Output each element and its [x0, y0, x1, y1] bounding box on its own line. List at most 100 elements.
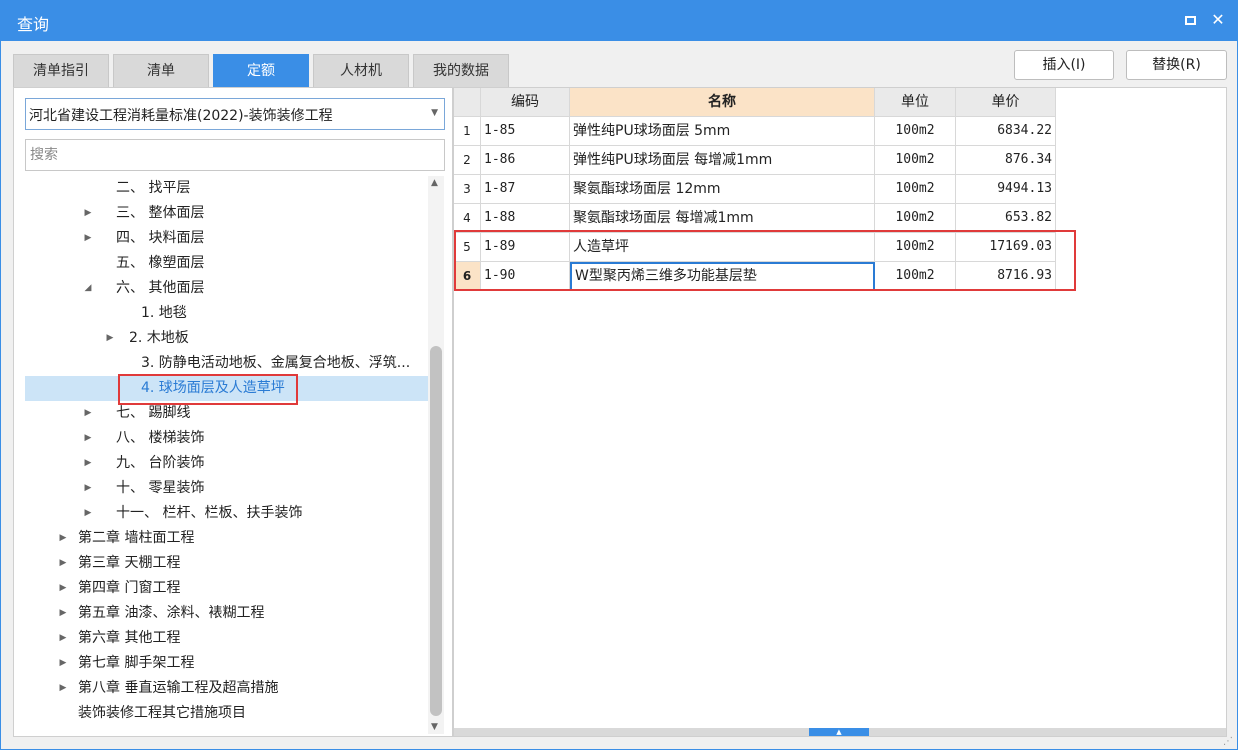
- tab-bill[interactable]: 清单: [113, 54, 209, 87]
- resize-grip-icon[interactable]: ⋰: [1223, 736, 1233, 747]
- tree-item[interactable]: ▶ 第四章 门窗工程: [25, 576, 428, 601]
- tree-item[interactable]: 4. 球场面层及人造草坪: [25, 376, 428, 401]
- tab-bill-guide[interactable]: 清单指引: [13, 54, 109, 87]
- standard-select[interactable]: 河北省建设工程消耗量标准(2022)-装饰装修工程 ▼: [25, 98, 445, 130]
- insert-button[interactable]: 插入(I): [1014, 50, 1114, 80]
- cell-unit[interactable]: 100m2: [875, 175, 956, 204]
- cell-code[interactable]: 1-89: [481, 233, 570, 262]
- cell-name[interactable]: 人造草坪: [570, 233, 875, 262]
- table-hscrollbar[interactable]: ▲: [454, 728, 1226, 736]
- row-number[interactable]: 5: [454, 233, 481, 262]
- tree-item[interactable]: 3. 防静电活动地板、金属复合地板、浮筑...: [25, 351, 428, 376]
- tree-item-label: 1. 地毯: [141, 305, 187, 321]
- collapsed-arrow-icon[interactable]: ▶: [82, 226, 94, 251]
- search-input[interactable]: [26, 140, 444, 170]
- tab-my-data[interactable]: 我的数据: [413, 54, 509, 87]
- tree-item[interactable]: ▶ 八、 楼梯装饰: [25, 426, 428, 451]
- replace-button[interactable]: 替换(R): [1126, 50, 1227, 80]
- tree-item[interactable]: ▶ 第三章 天棚工程: [25, 551, 428, 576]
- chevron-down-icon: ▼: [431, 108, 438, 118]
- cell-name[interactable]: 弹性纯PU球场面层 5mm: [570, 117, 875, 146]
- tree-item[interactable]: ▶ 十、 零星装饰: [25, 476, 428, 501]
- scroll-down-icon[interactable]: ▼: [431, 722, 438, 732]
- tree-item-label: 第五章 油漆、涂料、裱糊工程: [78, 605, 265, 621]
- tree-item[interactable]: ▶ 第七章 脚手架工程: [25, 651, 428, 676]
- cell-price[interactable]: 8716.93: [956, 262, 1056, 291]
- tree-item[interactable]: ▶ 三、 整体面层: [25, 201, 428, 226]
- tree-item-label: 2. 木地板: [129, 330, 189, 346]
- header-rownum[interactable]: [454, 88, 481, 117]
- cell-price[interactable]: 17169.03: [956, 233, 1056, 262]
- tree-scrollbar[interactable]: ▲ ▼: [428, 176, 444, 734]
- cell-name[interactable]: W型聚丙烯三维多功能基层垫: [570, 262, 875, 291]
- close-button[interactable]: ✕: [1207, 9, 1229, 31]
- tree-item[interactable]: 1. 地毯: [25, 301, 428, 326]
- header-name[interactable]: 名称: [570, 88, 875, 117]
- tab-labor-material[interactable]: 人材机: [313, 54, 409, 87]
- collapsed-arrow-icon[interactable]: ▶: [57, 626, 69, 651]
- collapsed-arrow-icon[interactable]: ▶: [57, 676, 69, 701]
- tree-item[interactable]: ▶ 第二章 墙柱面工程: [25, 526, 428, 551]
- tree-item[interactable]: ▶ 第五章 油漆、涂料、裱糊工程: [25, 601, 428, 626]
- cell-unit[interactable]: 100m2: [875, 262, 956, 291]
- tab-quota[interactable]: 定额: [213, 54, 309, 87]
- header-unit[interactable]: 单位: [875, 88, 956, 117]
- row-number[interactable]: 1: [454, 117, 481, 146]
- collapsed-arrow-icon[interactable]: ▶: [82, 401, 94, 426]
- tree-item[interactable]: ▶ 十一、 栏杆、栏板、扶手装饰: [25, 501, 428, 526]
- maximize-button[interactable]: [1179, 9, 1201, 31]
- collapsed-arrow-icon[interactable]: ▶: [57, 601, 69, 626]
- tree-item[interactable]: 装饰装修工程其它措施项目: [25, 701, 428, 726]
- collapsed-arrow-icon[interactable]: ▶: [82, 426, 94, 451]
- tree-item[interactable]: ▶ 2. 木地板: [25, 326, 428, 351]
- cell-code[interactable]: 1-87: [481, 175, 570, 204]
- cell-code[interactable]: 1-85: [481, 117, 570, 146]
- search-field[interactable]: [25, 139, 445, 171]
- cell-unit[interactable]: 100m2: [875, 204, 956, 233]
- expanded-arrow-icon[interactable]: ◢: [82, 276, 94, 301]
- tree-item[interactable]: 二、 找平层: [25, 176, 428, 201]
- scroll-collapse-icon[interactable]: ▲: [809, 728, 869, 736]
- cell-unit[interactable]: 100m2: [875, 146, 956, 175]
- collapsed-arrow-icon[interactable]: ▶: [57, 576, 69, 601]
- tree-item[interactable]: ▶ 九、 台阶装饰: [25, 451, 428, 476]
- collapsed-arrow-icon[interactable]: ▶: [57, 551, 69, 576]
- row-number[interactable]: 6: [454, 262, 481, 291]
- row-number[interactable]: 3: [454, 175, 481, 204]
- header-code[interactable]: 编码: [481, 88, 570, 117]
- collapsed-arrow-icon[interactable]: ▶: [57, 651, 69, 676]
- cell-price[interactable]: 653.82: [956, 204, 1056, 233]
- tree-item-label: 装饰装修工程其它措施项目: [78, 705, 246, 721]
- title-bar[interactable]: 查询 ✕: [1, 1, 1237, 41]
- cell-name[interactable]: 聚氨酯球场面层 每增减1mm: [570, 204, 875, 233]
- maximize-icon: [1184, 16, 1196, 25]
- collapsed-arrow-icon[interactable]: ▶: [57, 526, 69, 551]
- cell-unit[interactable]: 100m2: [875, 233, 956, 262]
- tree-item[interactable]: ▶ 七、 踢脚线: [25, 401, 428, 426]
- scrollbar-thumb[interactable]: [430, 346, 442, 716]
- cell-code[interactable]: 1-86: [481, 146, 570, 175]
- cell-price[interactable]: 6834.22: [956, 117, 1056, 146]
- cell-name[interactable]: 弹性纯PU球场面层 每增减1mm: [570, 146, 875, 175]
- cell-name[interactable]: 聚氨酯球场面层 12mm: [570, 175, 875, 204]
- tree-item[interactable]: ▶ 第八章 垂直运输工程及超高措施: [25, 676, 428, 701]
- collapsed-arrow-icon[interactable]: ▶: [82, 201, 94, 226]
- cell-code[interactable]: 1-88: [481, 204, 570, 233]
- cell-price[interactable]: 9494.13: [956, 175, 1056, 204]
- header-price[interactable]: 单价: [956, 88, 1056, 117]
- tree-item[interactable]: ▶ 四、 块料面层: [25, 226, 428, 251]
- close-icon: ✕: [1211, 10, 1225, 29]
- cell-code[interactable]: 1-90: [481, 262, 570, 291]
- cell-unit[interactable]: 100m2: [875, 117, 956, 146]
- cell-price[interactable]: 876.34: [956, 146, 1056, 175]
- tree-item[interactable]: 五、 橡塑面层: [25, 251, 428, 276]
- collapsed-arrow-icon[interactable]: ▶: [104, 326, 116, 351]
- tree-item[interactable]: ◢ 六、 其他面层: [25, 276, 428, 301]
- row-number[interactable]: 4: [454, 204, 481, 233]
- row-number[interactable]: 2: [454, 146, 481, 175]
- collapsed-arrow-icon[interactable]: ▶: [82, 501, 94, 526]
- tree-item[interactable]: ▶ 第六章 其他工程: [25, 626, 428, 651]
- collapsed-arrow-icon[interactable]: ▶: [82, 476, 94, 501]
- collapsed-arrow-icon[interactable]: ▶: [82, 451, 94, 476]
- scroll-up-icon[interactable]: ▲: [431, 178, 438, 188]
